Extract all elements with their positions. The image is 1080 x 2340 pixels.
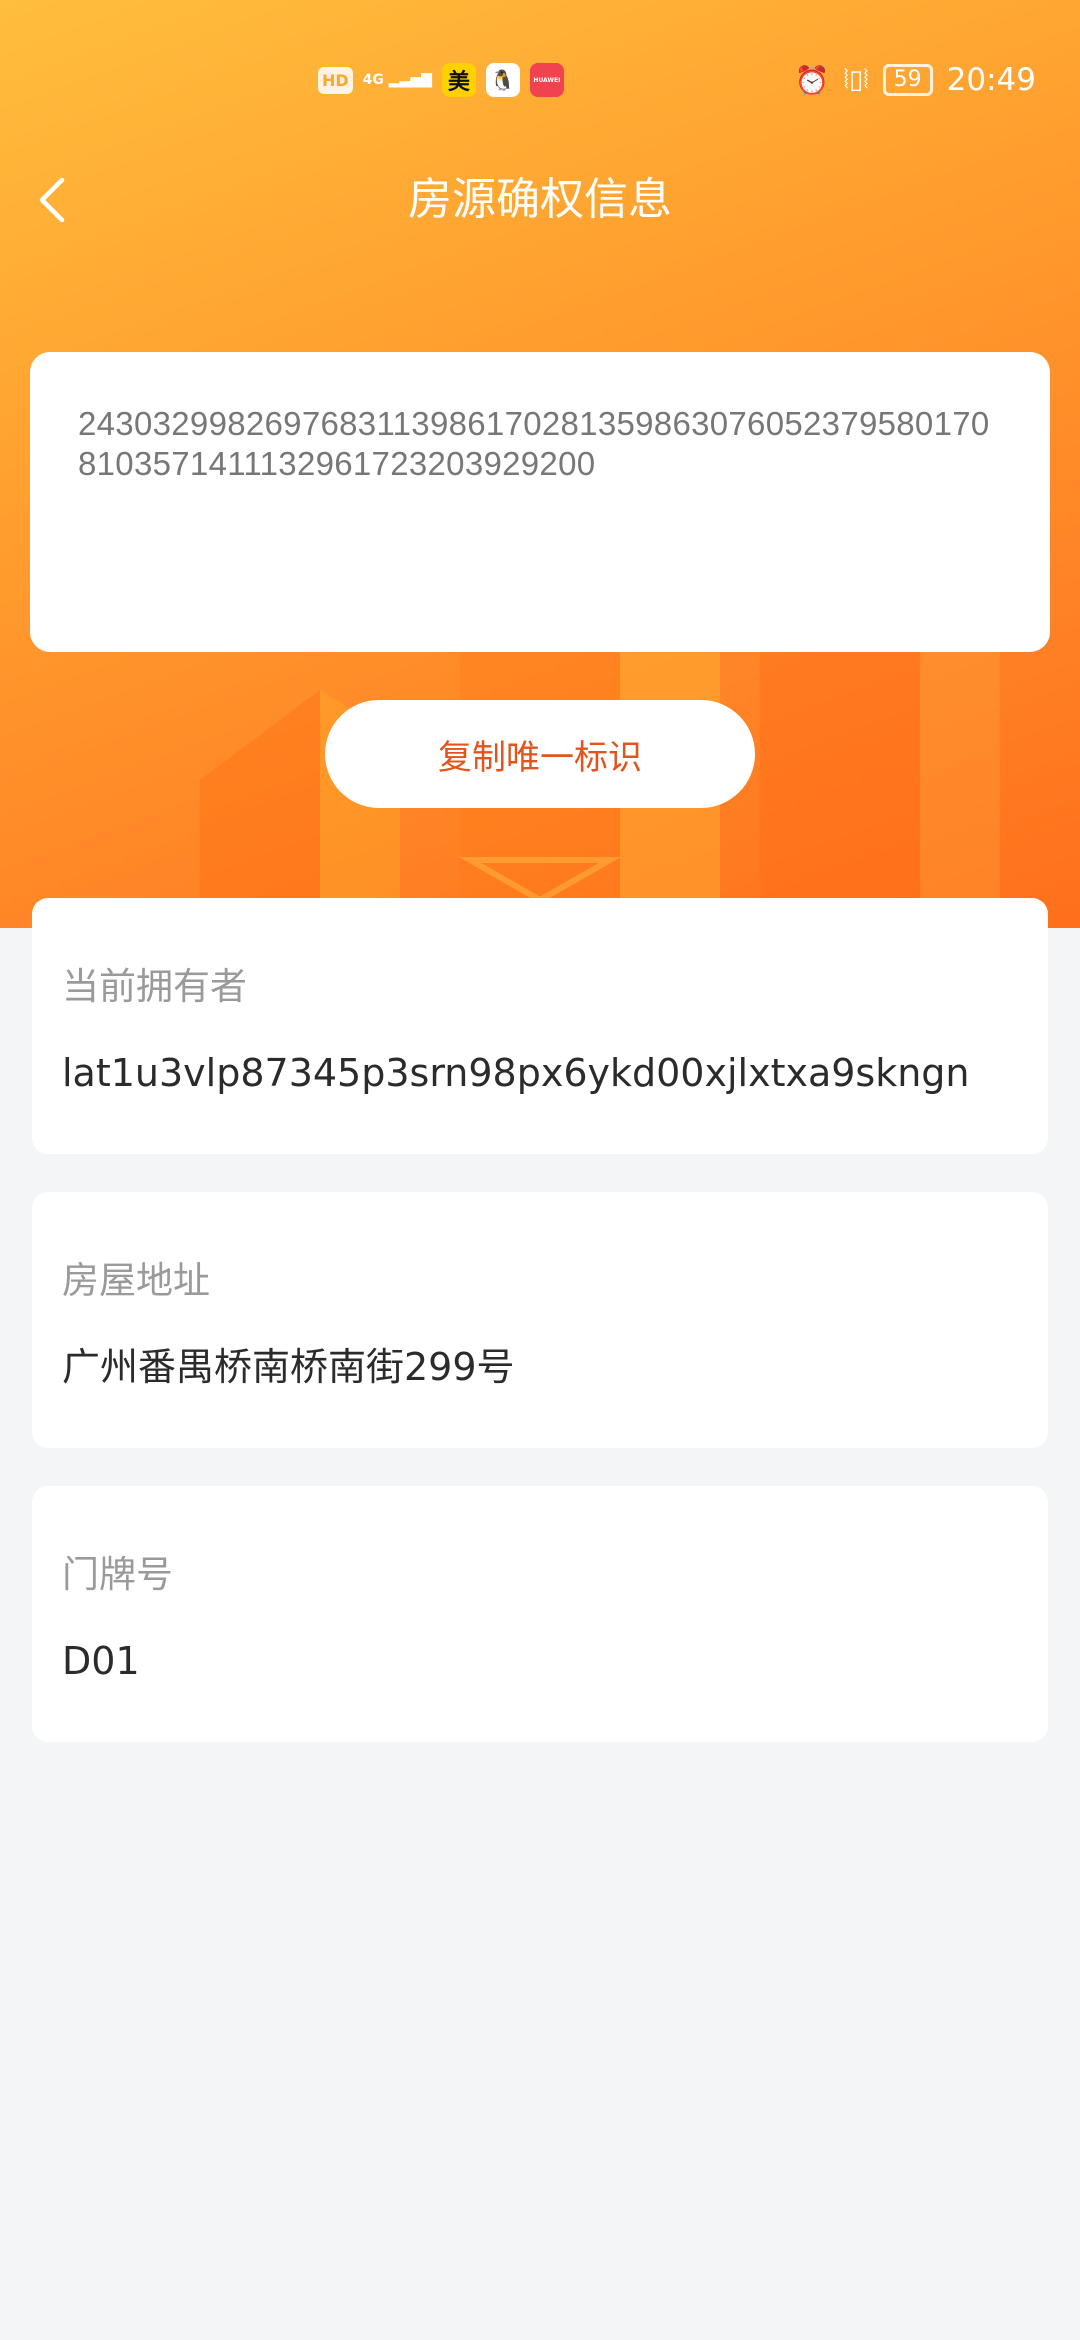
page-title: 房源确权信息 — [408, 174, 672, 225]
status-bar: HD 4G ▂▃▅▇ 美 🐧 HUAWEI ⏰ ⦚▯⦚ 59 20:49 — [0, 58, 1080, 102]
qq-icon: 🐧 — [485, 63, 520, 97]
clock: 20:49 — [946, 62, 1036, 98]
battery-icon: 59 — [882, 64, 933, 96]
identifier-card: 2430329982697683113986170281359863076052… — [30, 352, 1050, 652]
owner-card: 当前拥有者 lat1u3vlp87345p3srn98px6ykd00xjlxt… — [32, 898, 1048, 1154]
signal-icon: 4G ▂▃▅▇ — [362, 72, 432, 88]
door-number-card: 门牌号 D01 — [32, 1486, 1048, 1742]
vibrate-icon: ⦚▯⦚ — [843, 64, 869, 95]
alarm-icon: ⏰ — [794, 63, 830, 97]
address-label: 房屋地址 — [62, 1259, 210, 1302]
huawei-store-icon: HUAWEI — [529, 63, 564, 97]
owner-value: lat1u3vlp87345p3srn98px6ykd00xjlxtxa9skn… — [62, 1051, 970, 1095]
door-number-value: D01 — [62, 1639, 140, 1683]
copy-identifier-button[interactable]: 复制唯一标识 — [325, 700, 755, 808]
hd-icon: HD — [318, 66, 353, 94]
nav-header: 房源确权信息 — [0, 160, 1080, 240]
address-card: 房屋地址 广州番禺桥南桥南街299号 — [32, 1192, 1048, 1448]
address-value: 广州番禺桥南桥南街299号 — [62, 1345, 515, 1389]
owner-label: 当前拥有者 — [62, 965, 247, 1008]
unique-identifier-text: 2430329982697683113986170281359863076052… — [78, 405, 990, 482]
door-number-label: 门牌号 — [62, 1553, 173, 1596]
meituan-icon: 美 — [441, 63, 476, 97]
